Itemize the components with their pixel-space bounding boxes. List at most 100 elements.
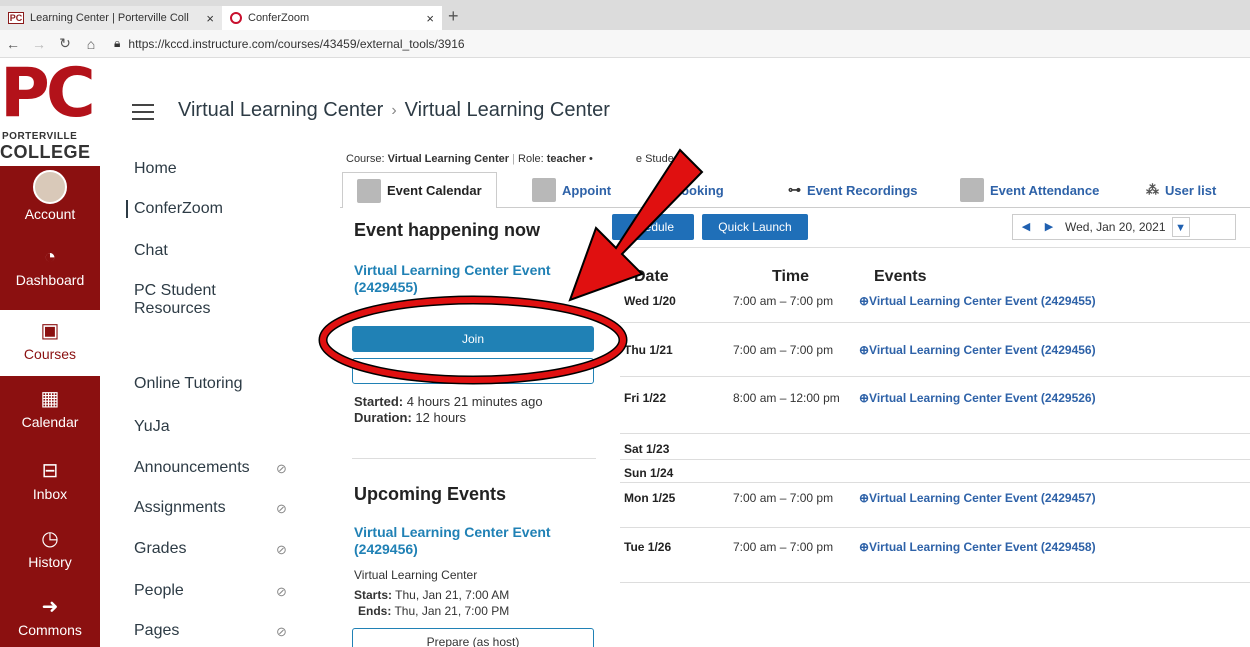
forward-arrow-icon[interactable]: → (26, 36, 52, 52)
tab-event-calendar[interactable]: Event Calendar (342, 172, 497, 208)
course-nav-pc-student-resources[interactable]: PC Student Resources (126, 282, 332, 318)
nav-dashboard-label: Dashboard (15, 272, 85, 288)
course-nav-label: Pages (134, 622, 180, 639)
nav-calendar[interactable]: ▦ Calendar (0, 386, 100, 430)
course-nav-grades[interactable]: Grades ⊘ (126, 540, 332, 558)
course-nav-label: Home (134, 160, 177, 177)
refresh-icon[interactable]: ↻ (52, 35, 78, 52)
course-nav-label: Announcements (134, 459, 250, 476)
course-nav-assignments[interactable]: Assignments ⊘ (126, 499, 332, 517)
new-tab-icon[interactable]: + (448, 6, 459, 27)
course-nav-announcements[interactable]: Announcements ⊘ (126, 459, 332, 477)
schedule-top-line (600, 247, 1250, 248)
home-icon[interactable]: ⌂ (78, 36, 104, 52)
schedule-row-divider (620, 376, 1250, 377)
person-icon (532, 178, 556, 202)
close-tab-icon[interactable]: × (206, 11, 214, 26)
course-nav-label: Resources (134, 300, 211, 317)
calendar-icon (357, 178, 381, 203)
course-nav-conferzoom[interactable]: ConferZoom (126, 200, 332, 218)
event-now-title[interactable]: Virtual Learning Center Event (2429455) (354, 262, 594, 296)
tab-appointment-booking[interactable]: Appoint ooking (532, 172, 724, 208)
course-nav-label: Assignments (134, 499, 226, 516)
url-field[interactable]: 🔒︎ https://kccd.instructure.com/courses/… (114, 36, 465, 51)
prepare-as-host-button[interactable]: Prepare (as host) (352, 628, 594, 647)
section-divider (352, 458, 596, 459)
schedule-row-date: Wed 1/20 (624, 294, 676, 308)
schedule-row-event[interactable]: ⊕Virtual Learning Center Event (2429526) (859, 391, 1096, 405)
schedule-row-event[interactable]: ⊕Virtual Learning Center Event (2429455) (859, 294, 1096, 308)
quick-launch-button[interactable]: Quick Launch (702, 214, 808, 240)
nav-commons-label: Commons (18, 622, 82, 638)
schedule-button[interactable]: chedule (612, 214, 694, 240)
started-label: Started: (354, 394, 404, 409)
course-nav-yuja[interactable]: YuJa (126, 418, 332, 436)
tab-event-recordings[interactable]: ⊶ Event Recordings (788, 172, 918, 208)
role-label: Role: (518, 153, 544, 165)
schedule-row-time: 7:00 am – 7:00 pm (733, 294, 834, 308)
course-nav-home[interactable]: Home (126, 160, 332, 178)
prev-date-icon[interactable]: ◀ (1016, 217, 1036, 237)
join-button[interactable]: Join (352, 326, 594, 352)
schedule-header-events: Events (874, 268, 927, 285)
tab-label: Event Recordings (807, 182, 918, 198)
nav-account[interactable]: Account (0, 170, 100, 222)
course-nav-chat[interactable]: Chat (126, 242, 332, 260)
tab-label: Learning Center | Porterville Coll (30, 12, 189, 24)
schedule-header-time: Time (772, 268, 810, 285)
schedule-row-date: Thu 1/21 (624, 343, 673, 357)
hidden-eye-icon: ⊘ (276, 584, 287, 599)
course-nav-pages[interactable]: Pages ⊘ (126, 622, 332, 640)
tab-user-list[interactable]: ⁂ User list (1146, 172, 1216, 208)
schedule-row-event[interactable]: ⊕Virtual Learning Center Event (2429456) (859, 343, 1096, 357)
starts-value: Thu, Jan 21, 7:00 AM (395, 588, 510, 602)
course-name: Virtual Learning Center (387, 153, 510, 165)
attendance-icon (960, 178, 984, 202)
tab-event-attendance[interactable]: Event Attendance (960, 172, 1099, 208)
nav-history[interactable]: ◷ History (0, 526, 100, 570)
address-bar: ← → ↻ ⌂ 🔒︎ https://kccd.instructure.com/… (0, 30, 1250, 58)
schedule-row-date: Fri 1/22 (624, 391, 667, 405)
conferzoom-favicon-icon (230, 12, 242, 24)
next-date-icon[interactable]: ▶ (1039, 217, 1059, 237)
breadcrumb-course[interactable]: Virtual Learning Center (178, 99, 383, 122)
tab-label: ooking (681, 182, 724, 198)
global-navigation: PC PORTERVILLE COLLEGE Account ◔ Dashboa… (0, 54, 100, 647)
schedule-row-event[interactable]: ⊕Virtual Learning Center Event (2429458) (859, 540, 1096, 554)
nav-inbox-label: Inbox (32, 486, 68, 502)
course-nav-label: Online Tutoring (134, 375, 243, 392)
upcoming-starts: Starts: Thu, Jan 21, 7:00 AM (354, 588, 509, 602)
browser-tab-learning-center[interactable]: PC Learning Center | Porterville Coll × (0, 6, 222, 30)
nav-calendar-label: Calendar (21, 414, 79, 430)
browser-tab-conferzoom[interactable]: ConferZoom × (222, 6, 442, 30)
schedule-row-date: Tue 1/26 (624, 540, 672, 554)
schedule-row-divider (620, 322, 1250, 323)
hamburger-menu-icon[interactable] (132, 104, 154, 120)
course-nav-label: ConferZoom (134, 200, 223, 217)
recording-icon: ⊶ (788, 182, 801, 197)
schedule-row-time: 7:00 am – 7:00 pm (733, 343, 834, 357)
back-arrow-icon[interactable]: ← (0, 36, 26, 52)
course-label: Course: (346, 153, 385, 165)
logo-initials: PC (0, 54, 96, 133)
porterville-college-logo[interactable]: PC PORTERVILLE COLLEGE (0, 54, 100, 166)
prepare-host-button[interactable] (352, 358, 594, 384)
date-dropdown-icon[interactable]: ▼ (1171, 217, 1190, 237)
nav-commons[interactable]: ➜ Commons (0, 594, 100, 638)
tab-label: User list (1165, 182, 1217, 198)
upcoming-event-title[interactable]: Virtual Learning Center Event (2429456) (354, 524, 594, 558)
logo-line1: PORTERVILLE (2, 131, 78, 142)
nav-courses[interactable]: ▣ Courses (0, 310, 100, 376)
close-tab-icon[interactable]: × (426, 11, 434, 26)
schedule-row-divider (620, 527, 1250, 528)
nav-dashboard[interactable]: ◔ Dashboard (0, 244, 100, 288)
schedule-row-event[interactable]: ⊕Virtual Learning Center Event (2429457) (859, 491, 1096, 505)
date-picker: ◀ ▶ Wed, Jan 20, 2021 ▼ (1012, 214, 1236, 240)
pc-favicon-icon: PC (8, 12, 24, 24)
nav-inbox[interactable]: ⊟ Inbox (0, 458, 100, 502)
ends-value: Thu, Jan 21, 7:00 PM (394, 604, 510, 618)
schedule-row-time: 8:00 am – 12:00 pm (733, 391, 840, 405)
course-nav-online-tutoring[interactable]: Online Tutoring (126, 375, 332, 393)
course-nav-people[interactable]: People ⊘ (126, 582, 332, 600)
duration-value: 12 hours (415, 410, 466, 425)
